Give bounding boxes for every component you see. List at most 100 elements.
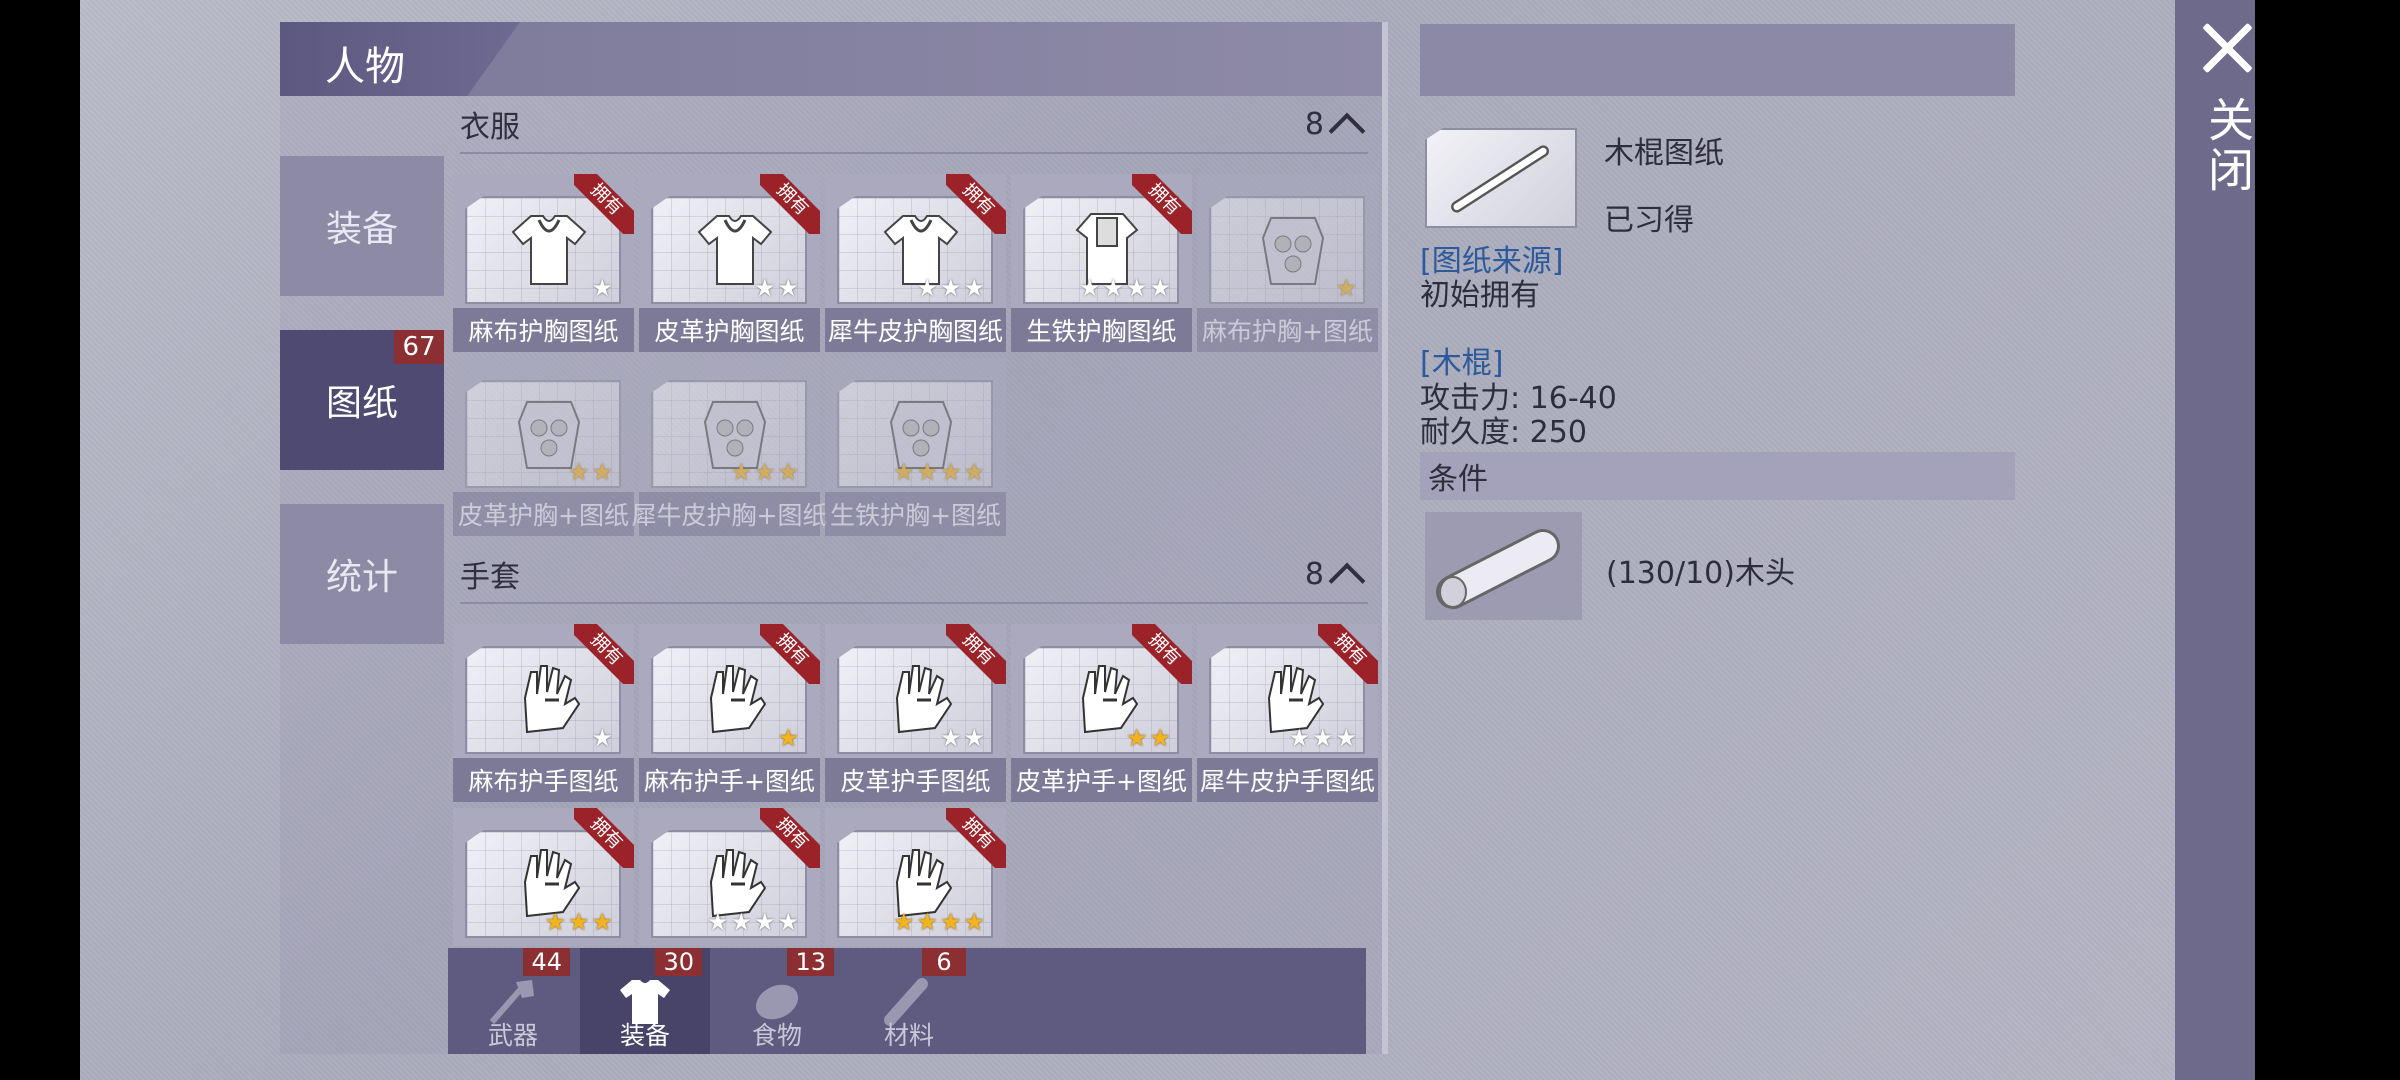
detail-header <box>1420 24 2015 96</box>
category-tab-materials[interactable]: 6 材料 <box>844 948 974 1054</box>
rarity-stars: ★ ★ ★ <box>730 460 799 484</box>
rarity-stars: ★ ★ ★ ★ <box>1079 276 1171 300</box>
star-icon: ★ <box>1149 274 1171 302</box>
owned-ribbon: 拥有 <box>574 174 634 234</box>
blueprint-label: 生铁护胸+图纸 <box>825 492 1006 536</box>
blueprint-card[interactable]: ★ ★ ★ ★ 拥有 生铁护胸图纸 <box>1011 174 1192 352</box>
owned-ribbon: 拥有 <box>946 174 1006 234</box>
rarity-stars: ★ <box>777 726 799 750</box>
blueprint-card[interactable]: ★ ★ 拥有皮革护手+图纸 <box>1011 624 1192 802</box>
close-button[interactable]: 关闭 <box>2194 20 2262 240</box>
blueprint-list[interactable]: 衣服 8 ★ 拥有 麻布护胸图纸 ★ ★ 拥有 皮革护胸图纸 ★ ★ ★ 拥有 犀牛皮护胸图纸 ★ ★ ★ ★… <box>446 96 1382 946</box>
blueprint-label: 犀牛皮护胸+图纸 <box>632 492 827 536</box>
detail-status: 已习得 <box>1604 203 1694 238</box>
blueprint-card[interactable]: ★ ★ 皮革护胸+图纸 <box>453 358 634 536</box>
blueprint-preview <box>1425 128 1577 228</box>
owned-ribbon: 拥有 <box>760 174 820 234</box>
category-tab-food[interactable]: 13 食物 <box>712 948 842 1054</box>
blueprint-card[interactable]: ★ ★ ★ ★ 生铁护胸+图纸 <box>825 358 1006 536</box>
blueprint-card[interactable]: ★ ★ ★ ★ 拥有 <box>639 808 820 946</box>
star-icon: ★ <box>1102 274 1124 302</box>
blueprint-card[interactable]: ★ ★ 拥有 皮革护手图纸 <box>825 624 1006 802</box>
owned-ribbon: 拥有 <box>760 624 820 684</box>
panel-divider <box>1382 22 1388 1054</box>
side-tab-equipment[interactable]: 装备 <box>280 156 444 296</box>
category-label: 材料 <box>883 1021 934 1050</box>
material-slot <box>1425 512 1582 620</box>
star-icon: ★ <box>939 458 962 486</box>
owned-label: 拥有 <box>574 624 634 684</box>
owned-ribbon: 拥有 <box>760 808 820 868</box>
blueprint-label: 麻布护胸图纸 <box>453 308 634 352</box>
category-label: 武器 <box>487 1021 538 1050</box>
rarity-stars: ★ ★ ★ ★ <box>893 460 985 484</box>
rarity-stars: ★ ★ ★ <box>1288 726 1357 750</box>
owned-label: 拥有 <box>574 808 634 868</box>
window-title: 人物 <box>325 44 405 90</box>
star-icon: ★ <box>1311 724 1334 752</box>
rarity-stars: ★ ★ ★ <box>544 910 613 934</box>
blueprint-art: ★ <box>1209 196 1365 304</box>
rarity-stars: ★ <box>591 726 613 750</box>
owned-ribbon: 拥有 <box>946 624 1006 684</box>
owned-label: 拥有 <box>1132 624 1192 684</box>
section-header-clothing: 衣服 8 <box>460 96 1368 154</box>
blueprint-card[interactable]: ★ ★ ★ 犀牛皮护胸+图纸 <box>632 358 827 536</box>
rarity-stars: ★ ★ ★ ★ <box>707 910 799 934</box>
side-tab-label: 装备 <box>325 209 398 250</box>
side-tab-blueprints[interactable]: 67 图纸 <box>280 330 444 470</box>
blueprint-card[interactable]: ★ ★ ★ ★ 拥有 <box>825 808 1006 946</box>
category-tab-equipment[interactable]: 30 装备 <box>580 948 710 1054</box>
side-tab-label: 统计 <box>325 557 398 598</box>
owned-label: 拥有 <box>760 174 820 234</box>
blueprint-card[interactable]: ★ ★ ★ 拥有 <box>453 808 634 946</box>
category-tab-weapons[interactable]: 44 武器 <box>448 948 578 1054</box>
collapse-toggle[interactable]: 8 <box>1305 104 1368 150</box>
blueprint-card[interactable]: ★ 麻布护胸+图纸 <box>1197 174 1378 352</box>
side-tab-stats[interactable]: 统计 <box>280 504 444 644</box>
star-icon: ★ <box>1335 724 1357 752</box>
star-icon: ★ <box>753 908 776 936</box>
star-icon: ★ <box>777 274 799 302</box>
blueprint-art: ★ ★ ★ ★ <box>837 380 993 488</box>
section-title: 衣服 <box>460 110 520 145</box>
blueprint-label: 皮革护手+图纸 <box>1011 758 1192 802</box>
star-icon: ★ <box>1288 724 1310 752</box>
star-icon: ★ <box>1125 724 1148 752</box>
star-icon: ★ <box>963 908 985 936</box>
owned-label: 拥有 <box>760 624 820 684</box>
star-icon: ★ <box>939 908 962 936</box>
blueprint-card[interactable]: ★ ★ ★ 拥有 犀牛皮护手图纸 <box>1197 624 1378 802</box>
rarity-stars: ★ ★ <box>1126 726 1171 750</box>
star-icon: ★ <box>567 458 590 486</box>
owned-label: 拥有 <box>760 808 820 868</box>
collapse-toggle[interactable]: 8 <box>1305 554 1368 600</box>
star-icon: ★ <box>544 908 566 936</box>
conditions-header: 条件 <box>1420 452 2015 500</box>
section-title: 手套 <box>460 560 520 595</box>
star-icon: ★ <box>730 458 752 486</box>
blueprint-label: 生铁护胸图纸 <box>1011 308 1192 352</box>
blueprint-card[interactable]: ★ 拥有 麻布护手+图纸 <box>639 624 820 802</box>
star-icon: ★ <box>916 274 938 302</box>
screen-edge <box>2255 0 2400 1080</box>
blueprint-card[interactable]: ★ 拥有麻布护手图纸 <box>453 624 634 802</box>
rarity-stars: ★ ★ ★ ★ <box>893 910 985 934</box>
rarity-stars: ★ ★ <box>754 276 799 300</box>
close-label: 关闭 <box>2201 96 2255 196</box>
blueprint-label: 皮革护手图纸 <box>825 758 1006 802</box>
blueprint-card[interactable]: ★ ★ 拥有 皮革护胸图纸 <box>639 174 820 352</box>
condition-requirement: (130/10)木头 <box>1606 556 1795 591</box>
count-badge: 44 <box>523 948 570 976</box>
blueprint-card[interactable]: ★ 拥有 麻布护胸图纸 <box>453 174 634 352</box>
owned-ribbon: 拥有 <box>574 808 634 868</box>
star-icon: ★ <box>753 458 776 486</box>
blueprint-card[interactable]: ★ ★ ★ 拥有 犀牛皮护胸图纸 <box>825 174 1006 352</box>
star-icon: ★ <box>591 724 613 752</box>
blueprint-source-text: 初始拥有 <box>1420 278 1540 313</box>
owned-ribbon: 拥有 <box>946 808 1006 868</box>
log-icon <box>1436 529 1560 609</box>
owned-ribbon: 拥有 <box>574 624 634 684</box>
category-label: 装备 <box>619 1021 670 1050</box>
blueprint-label: 麻布护手图纸 <box>453 758 634 802</box>
